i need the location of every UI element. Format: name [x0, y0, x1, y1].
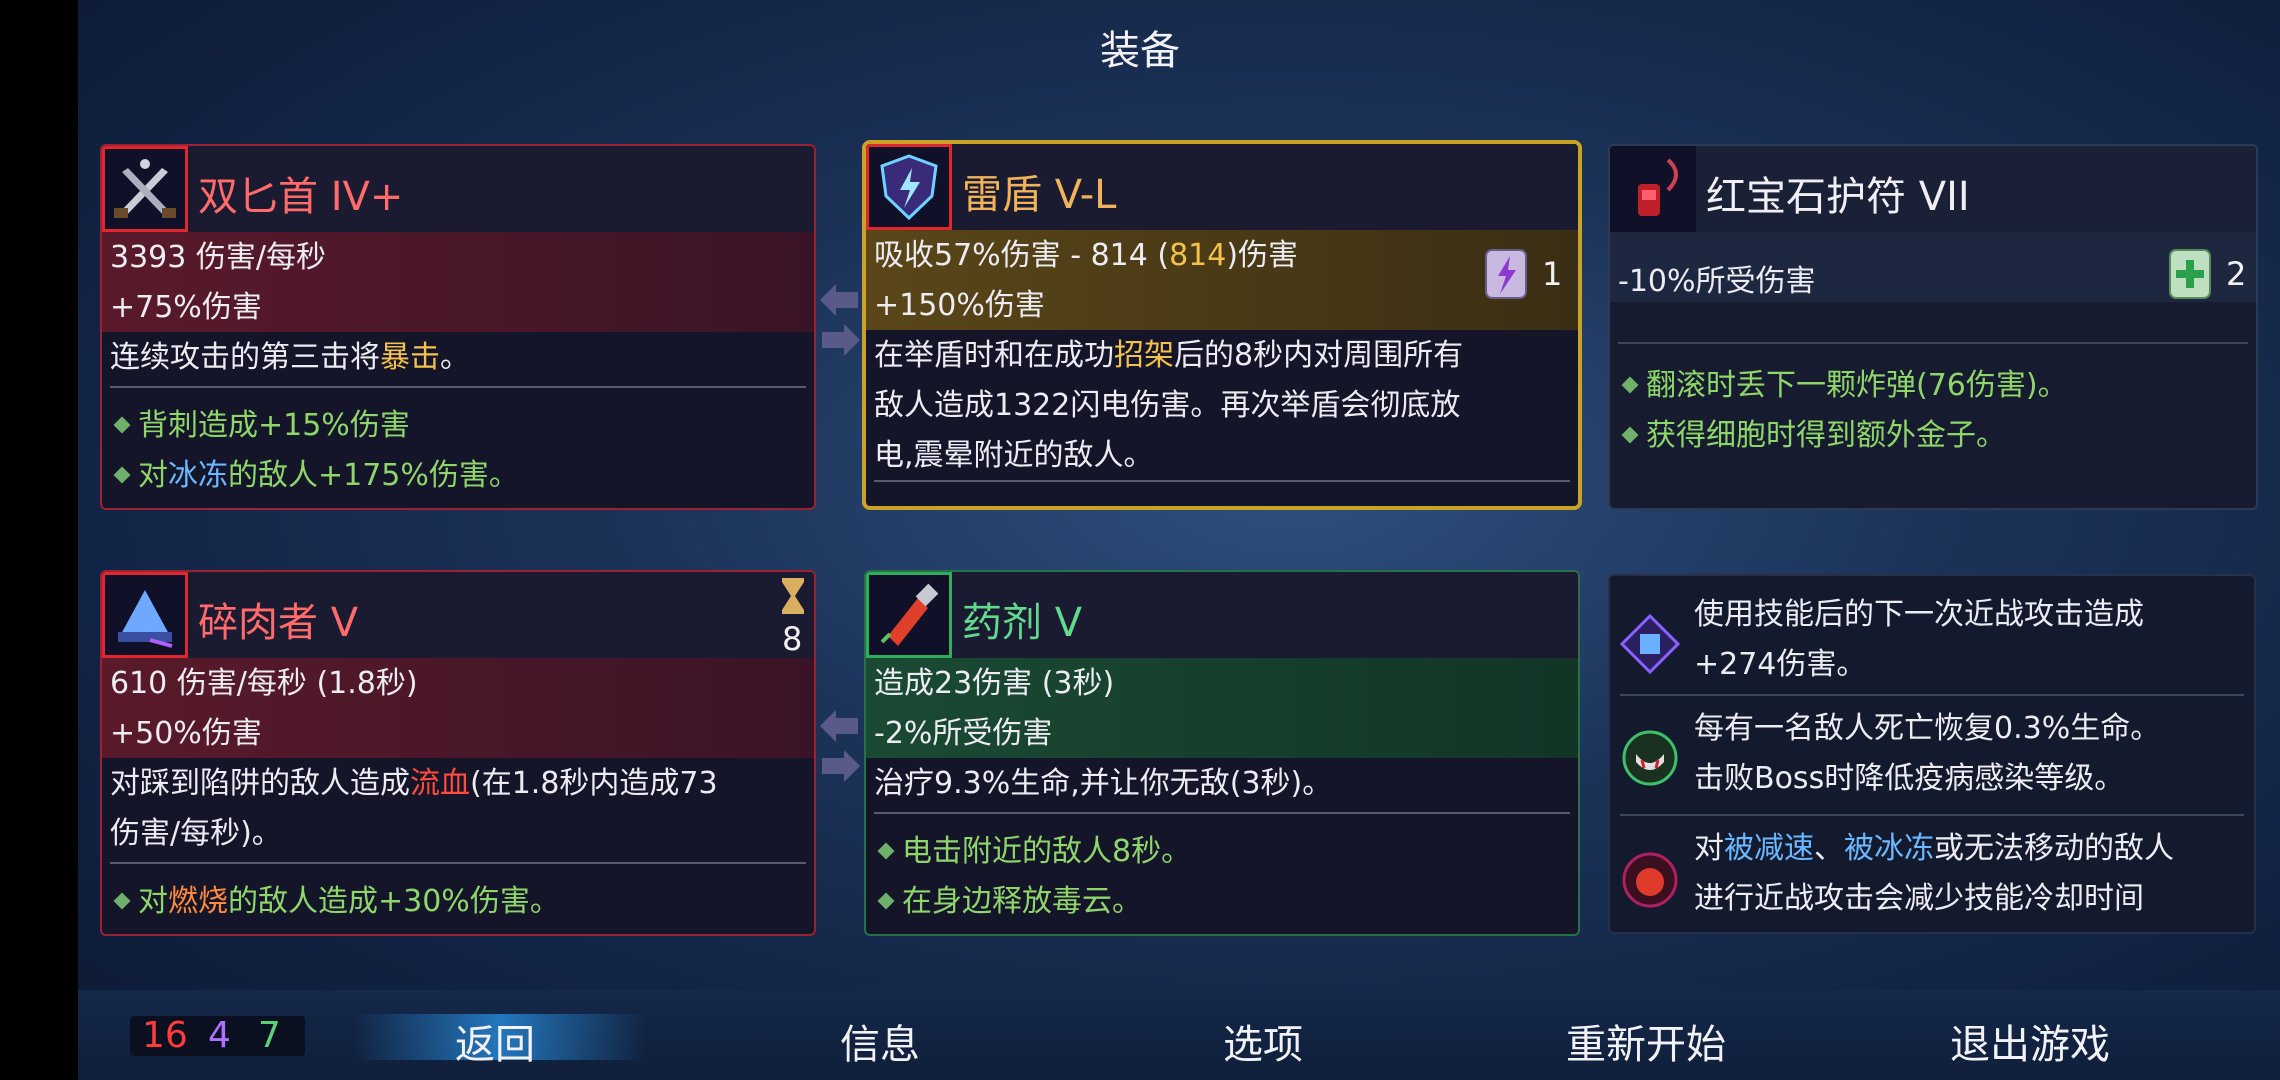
item-description: 连续攻击的第三击将暴击。 — [110, 340, 470, 375]
swap-arrows-icon[interactable] — [818, 282, 862, 362]
mutation-text-1: 每有一名敌人死亡恢复0.3%生命。 — [1694, 711, 2161, 746]
mutation-combo-icon — [1620, 614, 1680, 674]
item-description: 治疗9.3%生命,并让你无敌(3秒)。 — [874, 766, 1333, 801]
dps-stat: 610 伤害/每秒 (1.8秒) — [110, 666, 418, 701]
affix-1: 电击附近的敌人8秒。 — [874, 826, 1191, 870]
scroll-count: 2 — [2226, 255, 2247, 293]
item-card-ruby-amulet[interactable]: 红宝石护符 VII -10%所受伤害 2 翻滚时丢下一颗炸弹(76伤害)。 获得… — [1608, 144, 2258, 510]
bullet-icon — [1621, 376, 1639, 394]
page-title: 装备 — [1100, 28, 1180, 74]
divider — [1620, 694, 2244, 696]
scroll-badge: 2 — [2162, 244, 2246, 304]
bullet-icon — [113, 416, 131, 434]
item-card-meat-grinder[interactable]: 碎肉者 V 8 610 伤害/每秒 (1.8秒) +50%伤害 对踩到陷阱的敌人… — [100, 570, 816, 936]
item-header: 双匕首 IV+ — [102, 146, 814, 232]
mutation-text-1: 对被减速、被冰冻或无法移动的敌人 — [1694, 831, 2174, 866]
divider — [1618, 342, 2248, 344]
damage-reduction-stat: -10%所受伤害 — [1618, 264, 1816, 299]
absorb-stat: 吸收57%伤害 - 814 (814)伤害 — [874, 238, 1299, 273]
item-header: 雷盾 V-L — [866, 144, 1578, 230]
mutations-panel: 使用技能后的下一次近战攻击造成 +274伤害。 每有一名敌人死亡恢复0.3%生命… — [1608, 574, 2256, 934]
bullet-icon — [877, 842, 895, 860]
mutation-item[interactable]: 使用技能后的下一次近战攻击造成 +274伤害。 — [1610, 586, 2254, 696]
scroll-badge: 1 — [1478, 244, 1562, 304]
item-name: 碎肉者 V — [198, 600, 359, 646]
potion-icon — [866, 572, 952, 658]
cooldown-seconds: 8 — [782, 620, 803, 658]
dual-daggers-icon — [102, 146, 188, 232]
dps-stat: 3393 伤害/每秒 — [110, 240, 326, 275]
damage-reduction-stat: -2%所受伤害 — [874, 716, 1053, 751]
divider — [110, 386, 806, 388]
restart-button[interactable]: 重新开始 — [1566, 1012, 1726, 1070]
affix-2: 获得细胞时得到额外金子。 — [1618, 410, 2006, 454]
quit-game-button[interactable]: 退出游戏 — [1950, 1012, 2110, 1070]
mutation-item[interactable]: 每有一名敌人死亡恢复0.3%生命。 击败Boss时降低疫病感染等级。 — [1610, 700, 2254, 810]
divider — [874, 480, 1570, 482]
bullet-icon — [113, 466, 131, 484]
back-button[interactable]: 返回 — [455, 1012, 535, 1070]
scroll-icon — [1485, 249, 1527, 299]
item-description-1: 在举盾时和在成功招架后的8秒内对周围所有 — [874, 338, 1464, 373]
mutation-frenzy-icon — [1622, 852, 1678, 908]
scroll-icon — [2169, 249, 2211, 299]
bullet-icon — [113, 892, 131, 910]
ruby-amulet-icon — [1610, 146, 1696, 232]
affix-2: 对冰冻的敌人+175%伤害。 — [110, 450, 519, 494]
divider — [110, 862, 806, 864]
item-name: 雷盾 V-L — [962, 172, 1117, 218]
affix-2: 在身边释放毒云。 — [874, 876, 1142, 920]
scroll-counter: 16 4 7 — [130, 1016, 305, 1056]
scroll-count: 1 — [1542, 255, 1563, 293]
mutation-vampire-icon — [1622, 730, 1678, 786]
affix-1: 翻滚时丢下一颗炸弹(76伤害)。 — [1618, 360, 2068, 404]
item-description-2: 敌人造成1322闪电伤害。再次举盾会彻底放 — [874, 388, 1461, 423]
item-card-potion[interactable]: 药剂 V 造成23伤害 (3秒) -2%所受伤害 治疗9.3%生命,并让你无敌(… — [864, 570, 1580, 936]
damage-bonus-stat: +50%伤害 — [110, 716, 262, 751]
options-button[interactable]: 选项 — [1223, 1012, 1303, 1070]
survival-count: 7 — [258, 1015, 281, 1056]
bullet-icon — [877, 892, 895, 910]
affix-1: 对燃烧的敌人造成+30%伤害。 — [110, 876, 560, 920]
item-description-3: 电,震晕附近的敌人。 — [874, 438, 1154, 473]
mutation-text-2: +274伤害。 — [1694, 647, 1867, 682]
item-description-2: 伤害/每秒)。 — [110, 816, 282, 851]
item-card-dual-daggers[interactable]: 双匕首 IV+ 3393 伤害/每秒 +75%伤害 连续攻击的第三击将暴击。 背… — [100, 144, 816, 510]
affix-1: 背刺造成+15%伤害 — [110, 400, 410, 444]
bullet-icon — [1621, 426, 1639, 444]
item-card-thunder-shield[interactable]: 雷盾 V-L 吸收57%伤害 - 814 (814)伤害 +150%伤害 在举盾… — [862, 140, 1582, 510]
item-header: 碎肉者 V 8 — [102, 572, 814, 658]
left-black-bar — [0, 0, 78, 1080]
mutation-text-1: 使用技能后的下一次近战攻击造成 — [1694, 597, 2144, 632]
damage-stat: 造成23伤害 (3秒) — [874, 666, 1115, 701]
item-name: 药剂 V — [962, 600, 1083, 646]
mutation-item[interactable]: 对被减速、被冰冻或无法移动的敌人 进行近战攻击会减少技能冷却时间 — [1610, 820, 2254, 932]
item-name: 红宝石护符 VII — [1706, 174, 1970, 220]
item-name: 双匕首 IV+ — [198, 174, 404, 220]
brutality-count: 16 — [142, 1015, 188, 1056]
info-button[interactable]: 信息 — [840, 1012, 920, 1070]
damage-bonus-stat: +75%伤害 — [110, 290, 262, 325]
item-description-1: 对踩到陷阱的敌人造成流血(在1.8秒内造成73 — [110, 766, 718, 801]
hourglass-icon — [782, 578, 804, 614]
swap-arrows-icon[interactable] — [818, 708, 862, 788]
damage-bonus-stat: +150%伤害 — [874, 288, 1045, 323]
thunder-shield-icon — [866, 144, 952, 230]
item-header: 药剂 V — [866, 572, 1578, 658]
divider — [874, 812, 1570, 814]
mutation-text-2: 进行近战攻击会减少技能冷却时间 — [1694, 881, 2144, 916]
tactics-count: 4 — [208, 1015, 231, 1056]
meat-grinder-icon — [102, 572, 188, 658]
divider — [1620, 814, 2244, 816]
item-header: 红宝石护符 VII — [1610, 146, 2256, 232]
mutation-text-2: 击败Boss时降低疫病感染等级。 — [1694, 761, 2125, 796]
